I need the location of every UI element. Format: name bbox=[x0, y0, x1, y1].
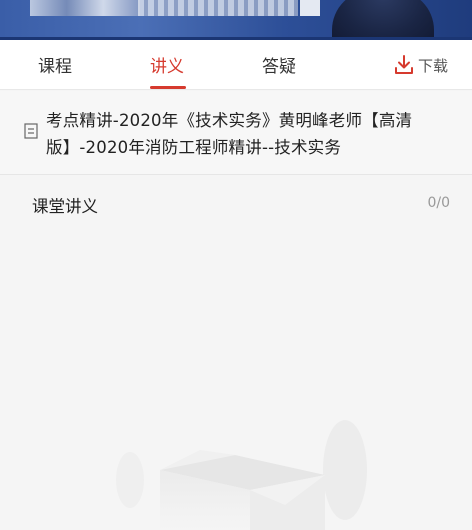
video-frame-area bbox=[138, 0, 298, 16]
tab-course[interactable]: 课程 bbox=[38, 52, 72, 77]
course-title-row[interactable]: 考点精讲-2020年《技术实务》黄明峰老师【高清版】-2020年消防工程师精讲-… bbox=[0, 91, 472, 175]
course-title: 考点精讲-2020年《技术实务》黄明峰老师【高清版】-2020年消防工程师精讲-… bbox=[46, 111, 413, 157]
tab-qa[interactable]: 答疑 bbox=[262, 52, 296, 77]
download-icon bbox=[395, 55, 413, 74]
handout-section-row[interactable]: 课堂讲义 0/0 bbox=[0, 176, 472, 232]
video-presenter bbox=[332, 0, 434, 40]
section-count: 0/0 bbox=[427, 195, 450, 211]
video-frame-area bbox=[300, 0, 320, 16]
empty-box-illustration bbox=[116, 420, 367, 530]
download-label: 下载 bbox=[418, 56, 449, 75]
section-label: 课堂讲义 bbox=[32, 197, 98, 216]
video-frame-area bbox=[30, 0, 140, 16]
active-tab-indicator bbox=[150, 86, 186, 89]
download-button[interactable]: 下载 bbox=[392, 53, 448, 77]
tab-bar: 课程 讲义 答疑 下载 bbox=[0, 40, 472, 90]
document-icon bbox=[24, 123, 38, 139]
video-player-banner[interactable] bbox=[0, 0, 472, 40]
tab-handout[interactable]: 讲义 bbox=[150, 52, 184, 77]
